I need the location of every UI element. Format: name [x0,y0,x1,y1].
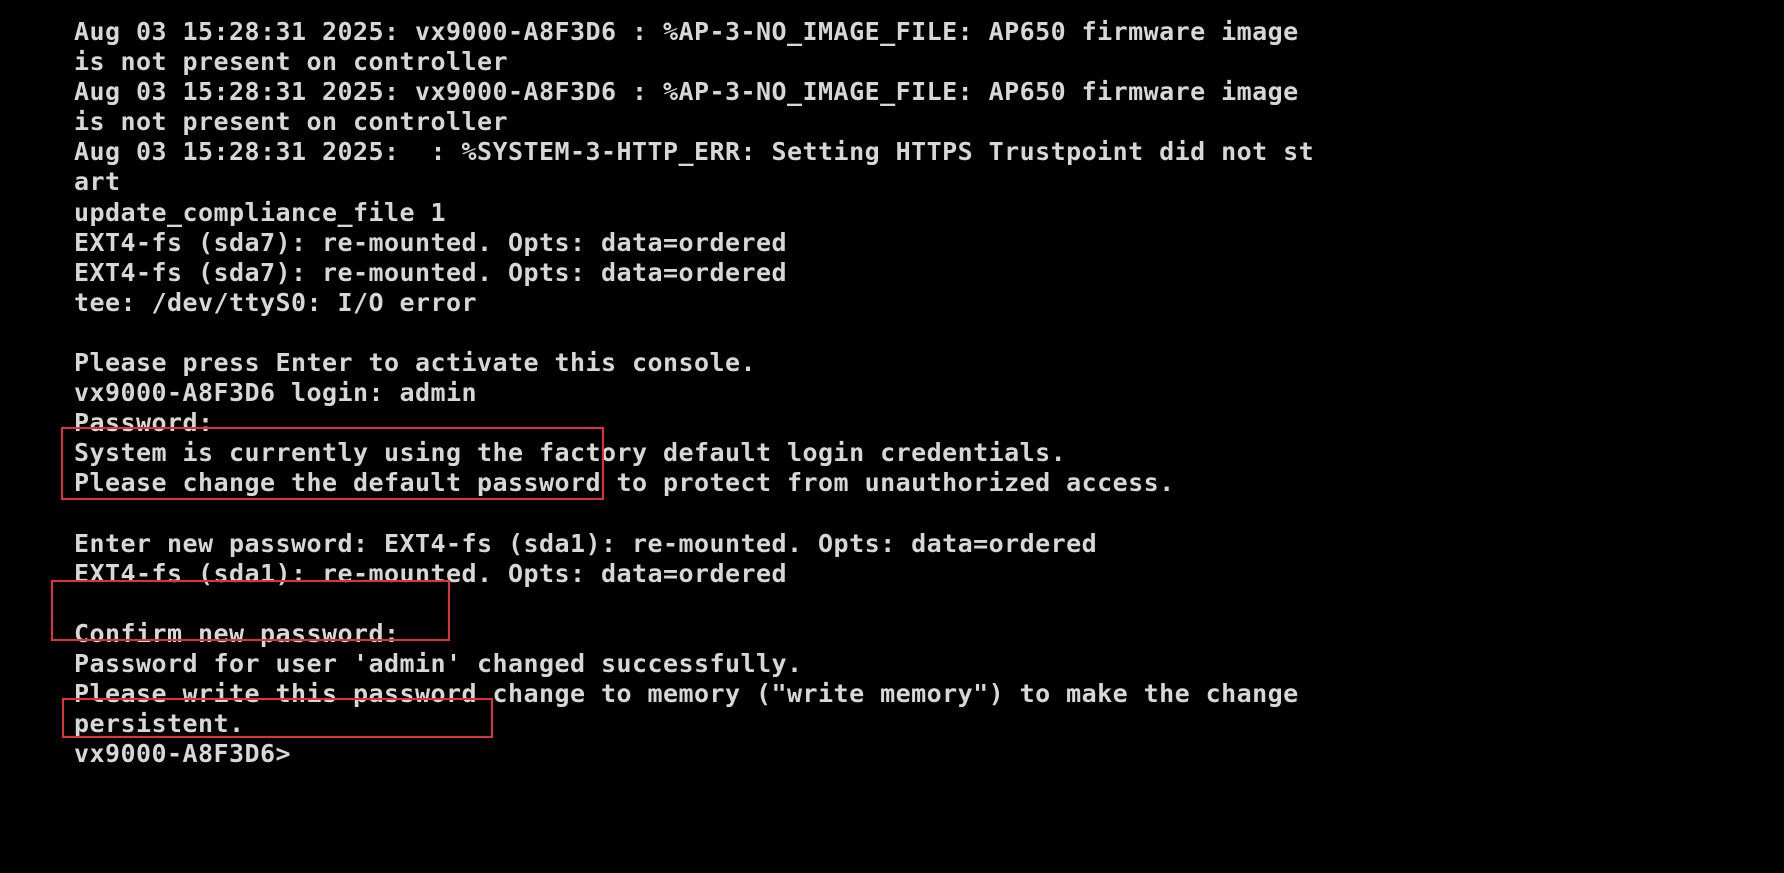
console-line: Please change the default password to pr… [74,468,1175,497]
console-line: EXT4-fs (sda1): re-mounted. Opts: data=o… [74,559,788,588]
console-line: update_compliance_file 1 [74,198,447,227]
console-line: art [74,167,121,196]
command-prompt-line: vx9000-A8F3D6> [74,739,292,768]
console-line: Password for user 'admin' changed succes… [74,649,803,678]
console-line: Please write this password change to mem… [74,679,1299,708]
console-line: Aug 03 15:28:31 2025: : %SYSTEM-3-HTTP_E… [74,137,1315,166]
console-line: Please press Enter to activate this cons… [74,348,757,377]
confirm-password-prompt-line: Confirm new password: [74,619,400,648]
password-prompt-line: Password: [74,408,214,437]
console-line: Aug 03 15:28:31 2025: vx9000-A8F3D6 : %A… [74,77,1299,106]
console-line: is not present on controller [74,47,509,76]
new-password-prompt-line: Enter new password: EXT4-fs (sda1): re-m… [74,529,1098,558]
console-line: EXT4-fs (sda7): re-mounted. Opts: data=o… [74,228,788,257]
console-line: System is currently using the factory de… [74,438,1067,467]
console-line: EXT4-fs (sda7): re-mounted. Opts: data=o… [74,258,788,287]
console-screen[interactable]: Aug 03 15:28:31 2025: vx9000-A8F3D6 : %A… [0,0,1784,873]
console-line: tee: /dev/ttyS0: I/O error [74,288,478,317]
console-line: Aug 03 15:28:31 2025: vx9000-A8F3D6 : %A… [74,17,1299,46]
console-line: persistent. [74,709,245,738]
login-prompt-line: vx9000-A8F3D6 login: admin [74,378,478,407]
console-line: is not present on controller [74,107,509,136]
